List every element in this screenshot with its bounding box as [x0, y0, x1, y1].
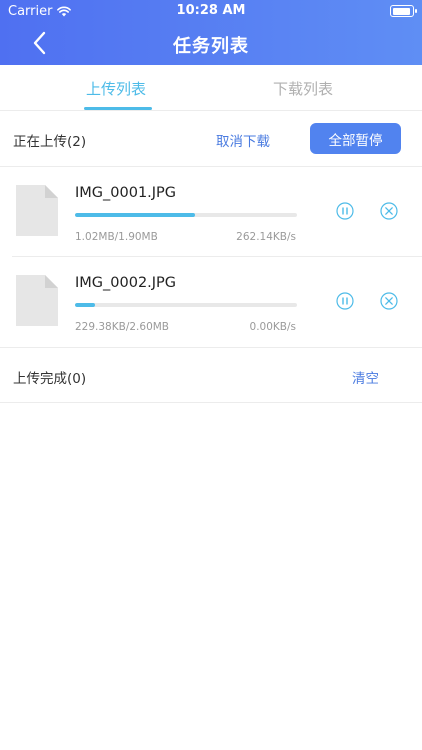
file-icon — [16, 275, 58, 326]
file-icon — [16, 185, 58, 236]
upload-item: IMG_0002.JPG 229.38KB/2.60MB 0.00KB/s — [0, 257, 422, 347]
file-size: 1.02MB/1.90MB — [75, 231, 158, 243]
upload-speed: 262.14KB/s — [236, 231, 296, 243]
upload-progress-bar — [75, 303, 297, 307]
app-header: Carrier 10:28 AM 任务列表 — [0, 0, 422, 65]
file-name: IMG_0001.JPG — [75, 185, 177, 201]
battery-icon — [390, 5, 417, 17]
pause-all-button[interactable]: 全部暂停 — [310, 123, 401, 154]
uploading-section-header: 正在上传(2) 取消下载 全部暂停 — [0, 111, 422, 167]
completed-count-label: 上传完成(0) — [13, 371, 87, 387]
file-size: 229.38KB/2.60MB — [75, 321, 170, 333]
uploading-count-label: 正在上传(2) — [13, 134, 87, 150]
status-bar: Carrier 10:28 AM — [0, 0, 422, 22]
completed-section-header: 上传完成(0) 清空 — [0, 347, 422, 403]
upload-item: IMG_0001.JPG 1.02MB/1.90MB 262.14KB/s — [0, 167, 422, 257]
tab-upload-list[interactable]: 上传列表 — [86, 78, 146, 99]
upload-speed: 0.00KB/s — [249, 321, 296, 333]
page-title: 任务列表 — [173, 36, 249, 57]
file-name: IMG_0002.JPG — [75, 275, 177, 291]
tab-download-list[interactable]: 下载列表 — [273, 78, 333, 99]
close-icon[interactable] — [380, 202, 398, 220]
active-tab-indicator — [84, 107, 152, 110]
upload-progress-fill — [75, 213, 195, 217]
tab-bar: 上传列表 下载列表 — [0, 65, 422, 111]
close-icon[interactable] — [380, 292, 398, 310]
upload-progress-bar — [75, 213, 297, 217]
cancel-download-button[interactable]: 取消下载 — [216, 130, 270, 150]
pause-icon[interactable] — [336, 292, 354, 310]
pause-icon[interactable] — [336, 202, 354, 220]
status-time: 10:28 AM — [176, 3, 246, 18]
upload-progress-fill — [75, 303, 95, 307]
clear-button[interactable]: 清空 — [352, 367, 379, 387]
